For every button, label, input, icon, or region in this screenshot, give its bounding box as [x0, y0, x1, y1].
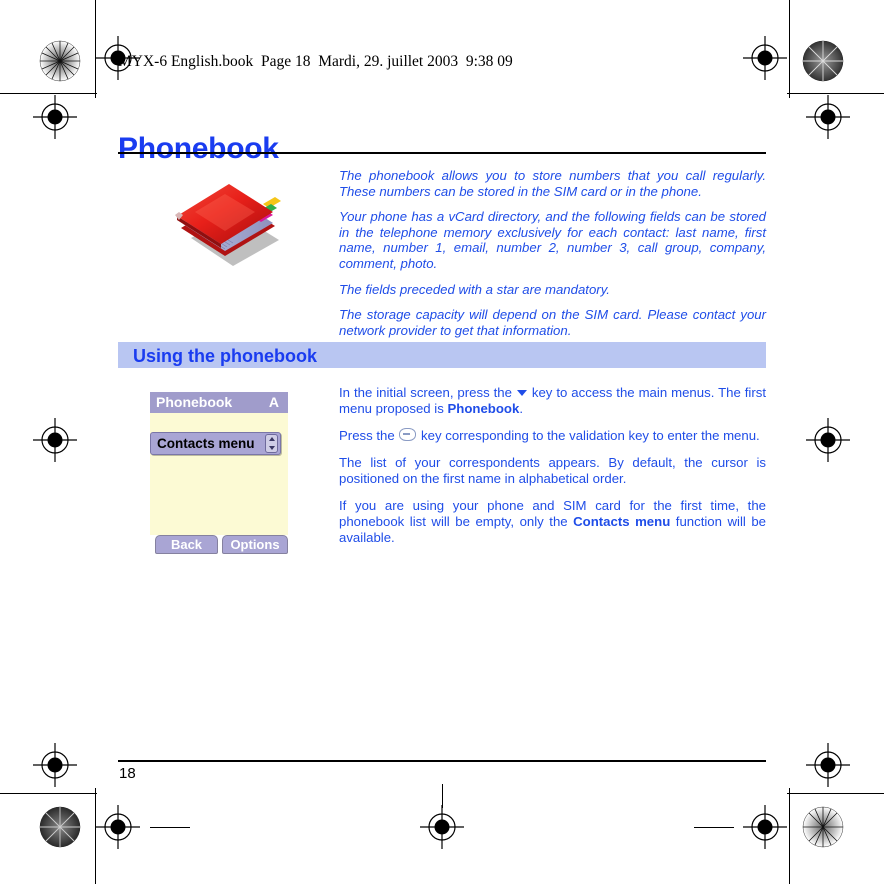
scroll-indicator[interactable] — [265, 434, 278, 453]
phone-display-area: Phonebook A Contacts menu — [150, 392, 288, 535]
softkey-back[interactable]: Back — [155, 535, 218, 554]
intro-paragraph-1: The phonebook allows you to store number… — [339, 168, 766, 199]
body-p1-before: In the initial screen, press the — [339, 385, 516, 400]
section-header-band: Using the phonebook — [118, 342, 766, 368]
body-p1-end: . — [519, 401, 523, 416]
intro-paragraph-4: The storage capacity will depend on the … — [339, 307, 766, 338]
address-book-icon — [175, 184, 281, 266]
phone-titlebar-label: Phonebook — [156, 394, 233, 410]
body-paragraph-4: If you are using your phone and SIM card… — [339, 498, 766, 546]
document-page: MYX-6 English.book Page 18 Mardi, 29. ju… — [0, 0, 884, 884]
body-paragraph-2: Press the key corresponding to the valid… — [339, 428, 766, 444]
page-number: 18 — [119, 765, 136, 782]
phone-softkey-bar: Back Options — [150, 535, 288, 555]
intro-paragraph-2: Your phone has a vCard directory, and th… — [339, 209, 766, 271]
intro-paragraphs: The phonebook allows you to store number… — [339, 168, 766, 338]
phone-screen-mockup: Phonebook A Contacts menu Back Options — [150, 392, 288, 561]
body-p1-bold: Phonebook — [447, 401, 520, 416]
section-header-label: Using the phonebook — [133, 346, 317, 366]
phone-titlebar-indicator: A — [268, 394, 279, 410]
navigation-down-arrow-icon — [516, 390, 527, 396]
phone-menu-item-contacts-menu[interactable]: Contacts menu — [150, 432, 281, 455]
softkey-options[interactable]: Options — [222, 535, 288, 554]
phone-menu-item-label: Contacts menu — [157, 436, 255, 451]
body-p2-after: key corresponding to the validation key … — [417, 428, 760, 443]
intro-paragraph-3: The fields preceded with a star are mand… — [339, 281, 610, 297]
page-title: Phonebook — [118, 132, 279, 166]
chevron-down-icon — [268, 446, 275, 450]
chevron-up-icon — [268, 437, 275, 441]
body-paragraph-1: In the initial screen, press the key to … — [339, 385, 766, 417]
phone-titlebar: Phonebook A — [150, 392, 288, 413]
footer-divider — [118, 760, 766, 762]
title-divider — [118, 152, 766, 154]
body-copy: In the initial screen, press the key to … — [339, 385, 766, 546]
body-p2-before: Press the — [339, 428, 399, 443]
body-p4-bold: Contacts menu — [573, 514, 671, 529]
body-paragraph-3: The list of your correspondents appears.… — [339, 455, 766, 486]
validation-key-icon — [399, 428, 417, 441]
book-file-header: MYX-6 English.book Page 18 Mardi, 29. ju… — [118, 53, 513, 70]
